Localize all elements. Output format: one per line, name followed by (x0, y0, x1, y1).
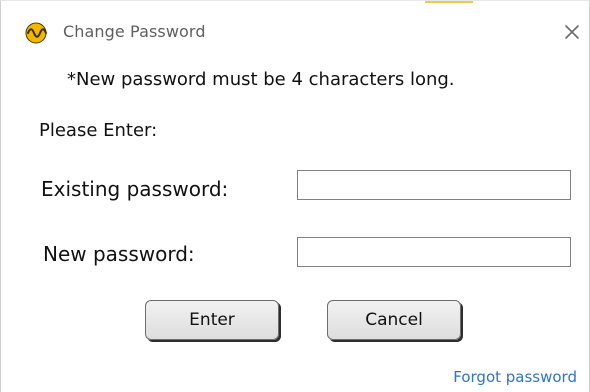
waveform-app-icon (25, 22, 47, 44)
change-password-dialog: Change Password *New password must be 4 … (0, 0, 590, 392)
window-title: Change Password (63, 22, 206, 41)
instruction-text: Please Enter: (39, 120, 158, 141)
close-icon[interactable] (561, 21, 583, 43)
existing-password-field[interactable] (297, 170, 571, 200)
title-bar[interactable]: Change Password (1, 1, 590, 61)
forgot-password-link[interactable]: Forgot password (453, 368, 577, 386)
existing-password-label: Existing password: (41, 177, 229, 201)
enter-button[interactable]: Enter (145, 300, 279, 340)
password-requirement-note: *New password must be 4 characters long. (67, 69, 455, 90)
new-password-field[interactable] (297, 237, 571, 267)
new-password-label: New password: (43, 242, 195, 266)
cancel-button[interactable]: Cancel (327, 300, 461, 340)
